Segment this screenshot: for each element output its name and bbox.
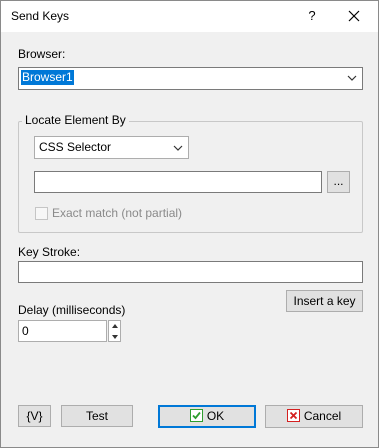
- insert-key-label: Insert a key: [293, 294, 356, 308]
- test-label: Test: [85, 409, 108, 423]
- window-title: Send Keys: [11, 9, 70, 23]
- exact-match-label: Exact match (not partial): [52, 206, 183, 220]
- close-icon: [348, 10, 360, 22]
- test-button[interactable]: Test: [61, 405, 133, 427]
- browser-select[interactable]: Browser1: [18, 67, 363, 90]
- ok-label: OK: [206, 409, 225, 423]
- title-bar: Send Keys ?: [1, 1, 378, 32]
- key-stroke-input[interactable]: [18, 261, 363, 283]
- check-icon: [189, 409, 203, 422]
- cancel-button[interactable]: Cancel: [265, 405, 363, 428]
- browse-selector-label: ...: [333, 174, 344, 188]
- locate-method-select[interactable]: CSS Selector: [34, 136, 189, 159]
- spin-down-icon[interactable]: [109, 331, 121, 342]
- delay-value: 0: [22, 324, 29, 338]
- help-icon: ?: [308, 8, 316, 23]
- variables-button[interactable]: {V}: [18, 405, 51, 427]
- delay-input[interactable]: 0: [18, 320, 107, 342]
- browser-label: Browser:: [18, 47, 66, 61]
- help-button[interactable]: ?: [301, 5, 323, 27]
- cancel-label: Cancel: [303, 409, 342, 423]
- locate-method-value: CSS Selector: [39, 140, 112, 154]
- selector-input[interactable]: [34, 171, 322, 193]
- exact-match-checkbox[interactable]: [35, 207, 48, 220]
- variables-label: {V}: [26, 409, 43, 423]
- ok-button[interactable]: OK: [158, 405, 256, 428]
- delay-spinner[interactable]: [108, 320, 121, 342]
- send-keys-dialog: Send Keys ? Browser: Browser1 Locate Ele…: [0, 0, 379, 448]
- key-stroke-label: Key Stroke:: [18, 245, 81, 259]
- browser-select-value: Browser1: [21, 70, 74, 85]
- browse-selector-button[interactable]: ...: [327, 171, 350, 193]
- locate-element-group-label: Locate Element By: [22, 113, 129, 127]
- cancel-icon: [286, 409, 300, 422]
- chevron-down-icon: [173, 145, 183, 151]
- chevron-down-icon: [347, 75, 357, 81]
- delay-label: Delay (milliseconds): [18, 303, 126, 317]
- insert-key-button[interactable]: Insert a key: [286, 290, 363, 312]
- close-button[interactable]: [341, 5, 367, 27]
